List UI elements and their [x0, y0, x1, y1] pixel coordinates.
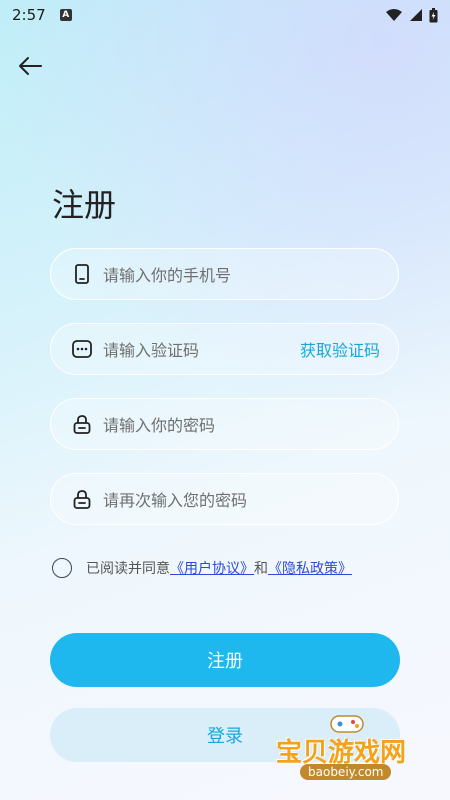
confirm-password-placeholder: 请再次输入您的密码	[103, 491, 248, 510]
watermark-logo: 宝贝游戏网 baobeiy.com	[272, 712, 422, 792]
confirm-password-field[interactable]: 请再次输入您的密码	[50, 473, 399, 525]
wifi-icon	[386, 9, 402, 21]
status-left: 2:57 A	[12, 6, 72, 24]
watermark-domain: baobeiy.com	[300, 764, 392, 780]
phone-field[interactable]: 请输入你的手机号	[50, 248, 399, 300]
agreement-row: 已阅读并同意 《用户协议》 和 《隐私政策》	[52, 558, 352, 578]
password-field[interactable]: 请输入你的密码	[50, 398, 399, 450]
password-placeholder: 请输入你的密码	[103, 416, 216, 435]
privacy-policy-link[interactable]: 《隐私政策》	[268, 558, 352, 578]
verification-code-field[interactable]: 请输入验证码 获取验证码	[50, 323, 399, 375]
register-button[interactable]: 注册	[50, 633, 400, 687]
status-right	[385, 7, 438, 23]
page-title: 注册	[52, 186, 117, 224]
lock-icon	[71, 488, 93, 510]
phone-placeholder: 请输入你的手机号	[103, 266, 232, 285]
message-dots-icon	[71, 338, 93, 360]
arrow-left-icon	[19, 57, 42, 75]
agreement-checkbox[interactable]	[52, 558, 72, 578]
lock-icon	[71, 413, 93, 435]
agreement-prefix: 已阅读并同意	[86, 561, 170, 577]
status-bar: 2:57 A	[0, 0, 450, 30]
gamepad-icon	[330, 715, 364, 733]
agreement-conjunction: 和	[254, 561, 268, 577]
phone-icon	[71, 263, 93, 285]
signal-icon	[410, 9, 422, 21]
user-agreement-link[interactable]: 《用户协议》	[170, 558, 254, 578]
battery-icon	[429, 7, 438, 22]
back-button[interactable]	[14, 50, 46, 82]
sim-icon: A	[59, 9, 72, 21]
code-placeholder: 请输入验证码	[103, 341, 200, 360]
clock: 2:57	[12, 6, 46, 24]
get-code-button[interactable]: 获取验证码	[300, 337, 380, 361]
